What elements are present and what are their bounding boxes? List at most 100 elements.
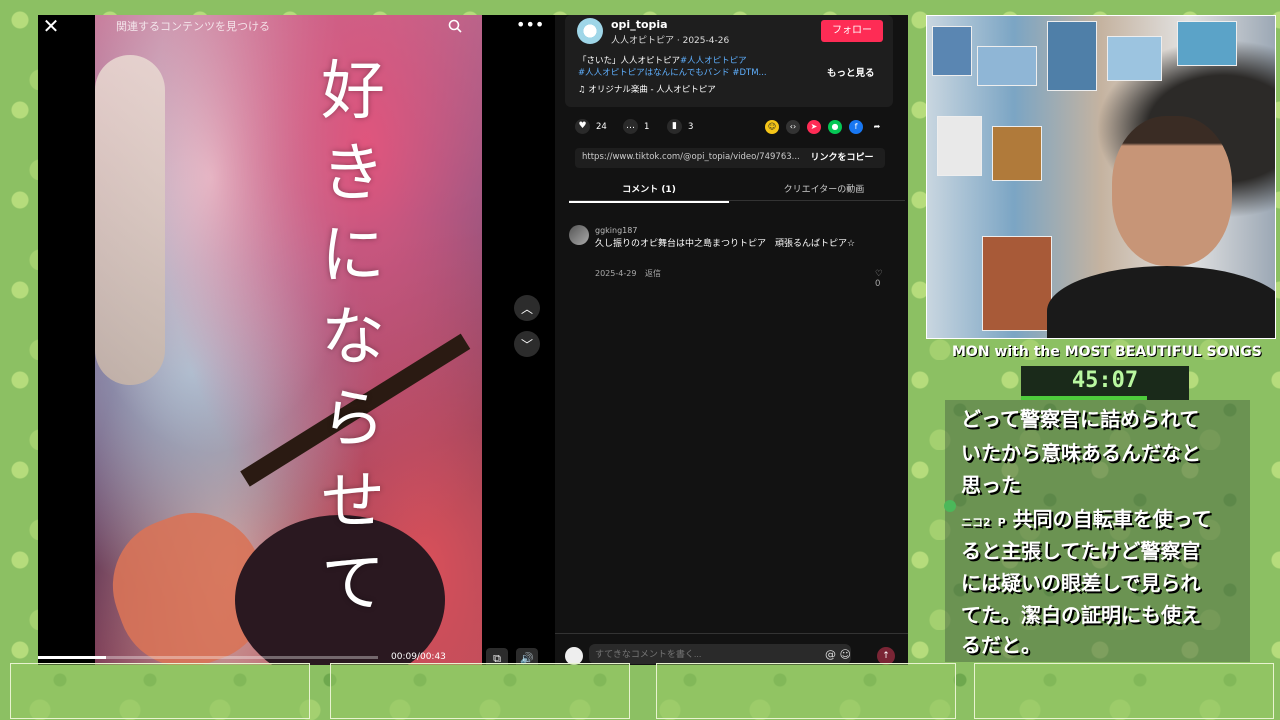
chat-username: ニコ2 [961, 516, 991, 529]
like-button[interactable]: ♥ 24 [575, 119, 607, 134]
post-date: 2025-4-26 [682, 36, 730, 46]
video-details-panel: opi_topia 人人オピトピア · 2025-4-26 フォロー 「さいた」… [555, 15, 908, 665]
creator-username[interactable]: opi_topia [611, 18, 668, 31]
send-icon[interactable]: ➤ [807, 120, 821, 134]
lyric-char: に [321, 219, 385, 293]
save-button[interactable]: ▮ 3 [667, 119, 693, 134]
previous-video-button[interactable]: ︿ [514, 295, 540, 321]
wall-poster [977, 46, 1037, 86]
webcam-feed [926, 15, 1276, 339]
chat-line: るだと。 [961, 633, 1041, 657]
music-title: オリジナル楽曲 - 人人オピトピア [588, 85, 716, 95]
creator-avatar[interactable] [577, 18, 603, 44]
wall-poster [1177, 21, 1237, 66]
heart-icon: ♥ [575, 119, 590, 134]
wall-poster [982, 236, 1052, 331]
copy-link-button[interactable]: リンクをコピー [799, 148, 885, 168]
comment-date: 2025-4-29 [595, 269, 637, 278]
stream-scroll-title: MON with the MOST BEAUTIFUL SONGS [952, 344, 1262, 360]
line-share-icon[interactable]: ● [828, 120, 842, 134]
comment-meta: 2025-4-29 返信 [595, 268, 661, 279]
chat-line: ると主張してたけど警察官 [961, 539, 1201, 563]
comment-like-button[interactable]: ♡ 0 [875, 269, 889, 289]
lyric-char: な [321, 301, 385, 375]
see-more-button[interactable]: もっと見る [827, 65, 875, 79]
comment-tabs: コメント (1) クリエイターの動画 [569, 177, 905, 203]
close-icon[interactable]: ✕ [40, 15, 62, 37]
description-card: opi_topia 人人オピトピア · 2025-4-26 フォロー 「さいた」… [565, 15, 893, 107]
streamer-body [1047, 266, 1275, 338]
chat-line: どって警察官に詰められて [961, 407, 1200, 431]
creator-display-name: 人人オピトピア [611, 36, 675, 46]
description-text: 「さいた」人人オピトピア [578, 56, 681, 66]
follow-button[interactable]: フォロー [821, 20, 883, 42]
lyric-char: て [321, 547, 385, 621]
comment-count: 1 [644, 121, 650, 132]
music-link[interactable]: ♫ オリジナル楽曲 - 人人オピトピア [578, 83, 716, 95]
hashtag-link[interactable]: #DTM... [732, 68, 766, 78]
comment-icon: … [623, 119, 638, 134]
video-time: 00:09/00:43 [391, 652, 446, 662]
embed-icon[interactable]: ‹› [786, 120, 800, 134]
related-search-hint[interactable]: 関連するコンテンツを見つける [116, 18, 270, 34]
wall-poster [937, 116, 982, 176]
video-player[interactable]: 好きにならせて ✕ 関連するコンテンツを見つける ••• ︿ ﹀ 00:09/0… [38, 15, 555, 665]
link-copy-row: https://www.tiktok.com/@opi_topia/video/… [575, 148, 885, 168]
tab-comments[interactable]: コメント (1) [569, 182, 729, 203]
chevron-up-icon: ︿ [520, 301, 533, 316]
lyric-char: 好 [321, 55, 385, 129]
wall-poster [1047, 21, 1097, 91]
commenter-avatar[interactable] [569, 225, 589, 245]
wall-poster [1107, 36, 1162, 81]
share-arrow-icon[interactable]: ➦ [870, 120, 884, 134]
chat-user-badge [944, 500, 956, 512]
commenter-username[interactable]: ggking187 [595, 226, 637, 235]
wall-poster [932, 26, 972, 76]
reply-button[interactable]: 返信 [645, 269, 661, 278]
chat-line: には疑いの眼差しで見られ [961, 571, 1201, 595]
comment-button[interactable]: … 1 [623, 119, 649, 134]
comment-like-count: 0 [875, 279, 881, 289]
post-description: 「さいた」人人オピトピア#人人オピトピア #人人オピトピアはなんにんでもバンド … [578, 55, 788, 79]
next-video-button[interactable]: ﹀ [514, 331, 540, 357]
chat-overlay: どって警察官に詰められて いたから意味あるんだなと 思った ニコ2 P 共同の自… [944, 400, 1250, 662]
video-progress-fill [38, 656, 106, 659]
facebook-share-icon[interactable]: f [849, 120, 863, 134]
chat-username-suffix: P [997, 516, 1006, 529]
music-note-icon: ♫ [578, 85, 586, 95]
chat-line: 共同の自転車を使って [1012, 507, 1212, 531]
bottom-panel [974, 663, 1274, 719]
lyric-char: ら [321, 383, 385, 457]
lyric-char: き [321, 137, 385, 211]
video-lyric-overlay: 好きにならせて [313, 51, 393, 625]
mention-emoji-icons[interactable]: @ ☺ [825, 648, 851, 661]
hashtag-link[interactable]: #人人オピトピアはなんにんでもバンド [578, 68, 730, 78]
hashtag-link[interactable]: #人人オピトピア [680, 56, 747, 66]
search-icon[interactable] [447, 18, 463, 34]
tab-creator-videos[interactable]: クリエイターの動画 [744, 182, 904, 195]
comment-input[interactable] [589, 644, 851, 664]
creator-subline: 人人オピトピア · 2025-4-26 [611, 36, 730, 46]
chat-line: 思った [961, 473, 1021, 497]
video-frame[interactable]: 好きにならせて [95, 15, 482, 665]
bottom-panel [10, 663, 310, 719]
timer-value: 45:07 [1071, 368, 1139, 393]
friends-share-icon[interactable]: ☺ [765, 120, 779, 134]
comment-text: 久し振りのオピ舞台は中之島まつりトピア 頑張るんばトピア☆ [595, 239, 856, 249]
bookmark-icon: ▮ [667, 119, 682, 134]
stream-timer: 45:07 [1021, 366, 1189, 400]
streamer-face [1112, 116, 1232, 266]
save-count: 3 [688, 121, 694, 132]
bottom-panel [330, 663, 630, 719]
comment-input-bar: @ ☺ ↑ [555, 633, 908, 665]
video-scene-hair [95, 55, 165, 385]
more-options-icon[interactable]: ••• [516, 15, 544, 37]
heart-outline-icon: ♡ [875, 269, 883, 279]
video-link[interactable]: https://www.tiktok.com/@opi_topia/video/… [582, 152, 800, 162]
video-progress-bar[interactable] [38, 656, 378, 659]
chat-line: いたから意味あるんだなと [961, 441, 1201, 465]
tiktok-window: 好きにならせて ✕ 関連するコンテンツを見つける ••• ︿ ﹀ 00:09/0… [38, 15, 908, 665]
wall-poster [992, 126, 1042, 181]
chat-line: てた。潔白の証明にも使え [961, 603, 1201, 627]
like-count: 24 [596, 121, 607, 132]
